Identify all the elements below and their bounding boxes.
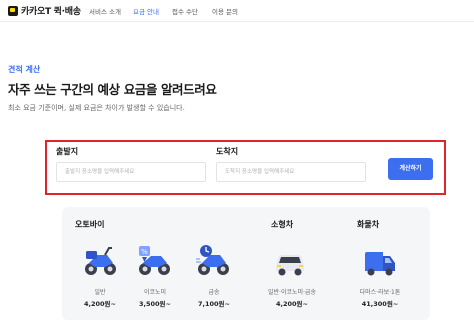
page-title: 자주 쓰는 구간의 예상 요금을 알려드려요 [8,82,217,97]
destination-input[interactable] [216,162,366,182]
motorbike-economy-icon: % [139,246,170,275]
cargo-truck-icon [365,252,395,276]
truck-category-label: 화물차 [357,220,380,229]
nav-pricing[interactable]: 요금 안내 [133,6,159,16]
vehicle-name-truck: 다마스·라보·1톤 [359,289,401,296]
vehicle-name-motorbike-regular: 일반 [94,289,106,296]
vehicle-price-motorbike-express: 7,100원~ [198,300,230,308]
vehicle-name-motorbike-express: 급송 [208,289,220,296]
destination-label: 도착지 [216,147,239,156]
vehicle-price-small-car: 4,200원~ [276,300,308,308]
page-subtitle: 최소 요금 기준이며, 실제 요금은 차이가 발생할 수 있습니다. [8,104,185,112]
section-eyebrow: 견적 계산 [8,65,41,74]
vehicle-price-motorbike-regular: 4,200원~ [84,300,116,308]
motorbike-regular-icon [85,247,116,275]
small-car-category-label: 소형차 [271,220,294,229]
vehicle-name-motorbike-economy: 이코노미 [143,289,167,296]
vehicle-name-small-car: 일반·이코노미·급송 [268,289,316,296]
price-suffix-dash: - [102,306,105,313]
origin-input[interactable] [56,162,206,182]
origin-label: 출발지 [56,147,79,156]
vehicle-price-motorbike-economy: 3,500원~ [139,300,171,308]
nav-inquiry[interactable]: 이용 문의 [212,6,238,16]
motorbike-category-label: 오토바이 [75,220,105,229]
nav-ordering-methods[interactable]: 접수 수단 [172,6,198,16]
kakao-t-logo-icon[interactable] [8,6,18,16]
logo-text[interactable]: 카카오T 퀵·배송 [21,4,81,17]
small-car-icon [276,255,304,276]
motorbike-express-icon [196,245,229,275]
nav-service-intro[interactable]: 서비스 소개 [89,6,121,16]
svg-text:%: % [141,248,148,256]
vehicle-price-truck: 41,300원~ [361,300,399,308]
top-header: 카카오T 퀵·배송 서비스 소개 요금 안내 접수 수단 이용 문의 [0,0,474,22]
calculate-button[interactable]: 계산하기 [388,158,433,180]
